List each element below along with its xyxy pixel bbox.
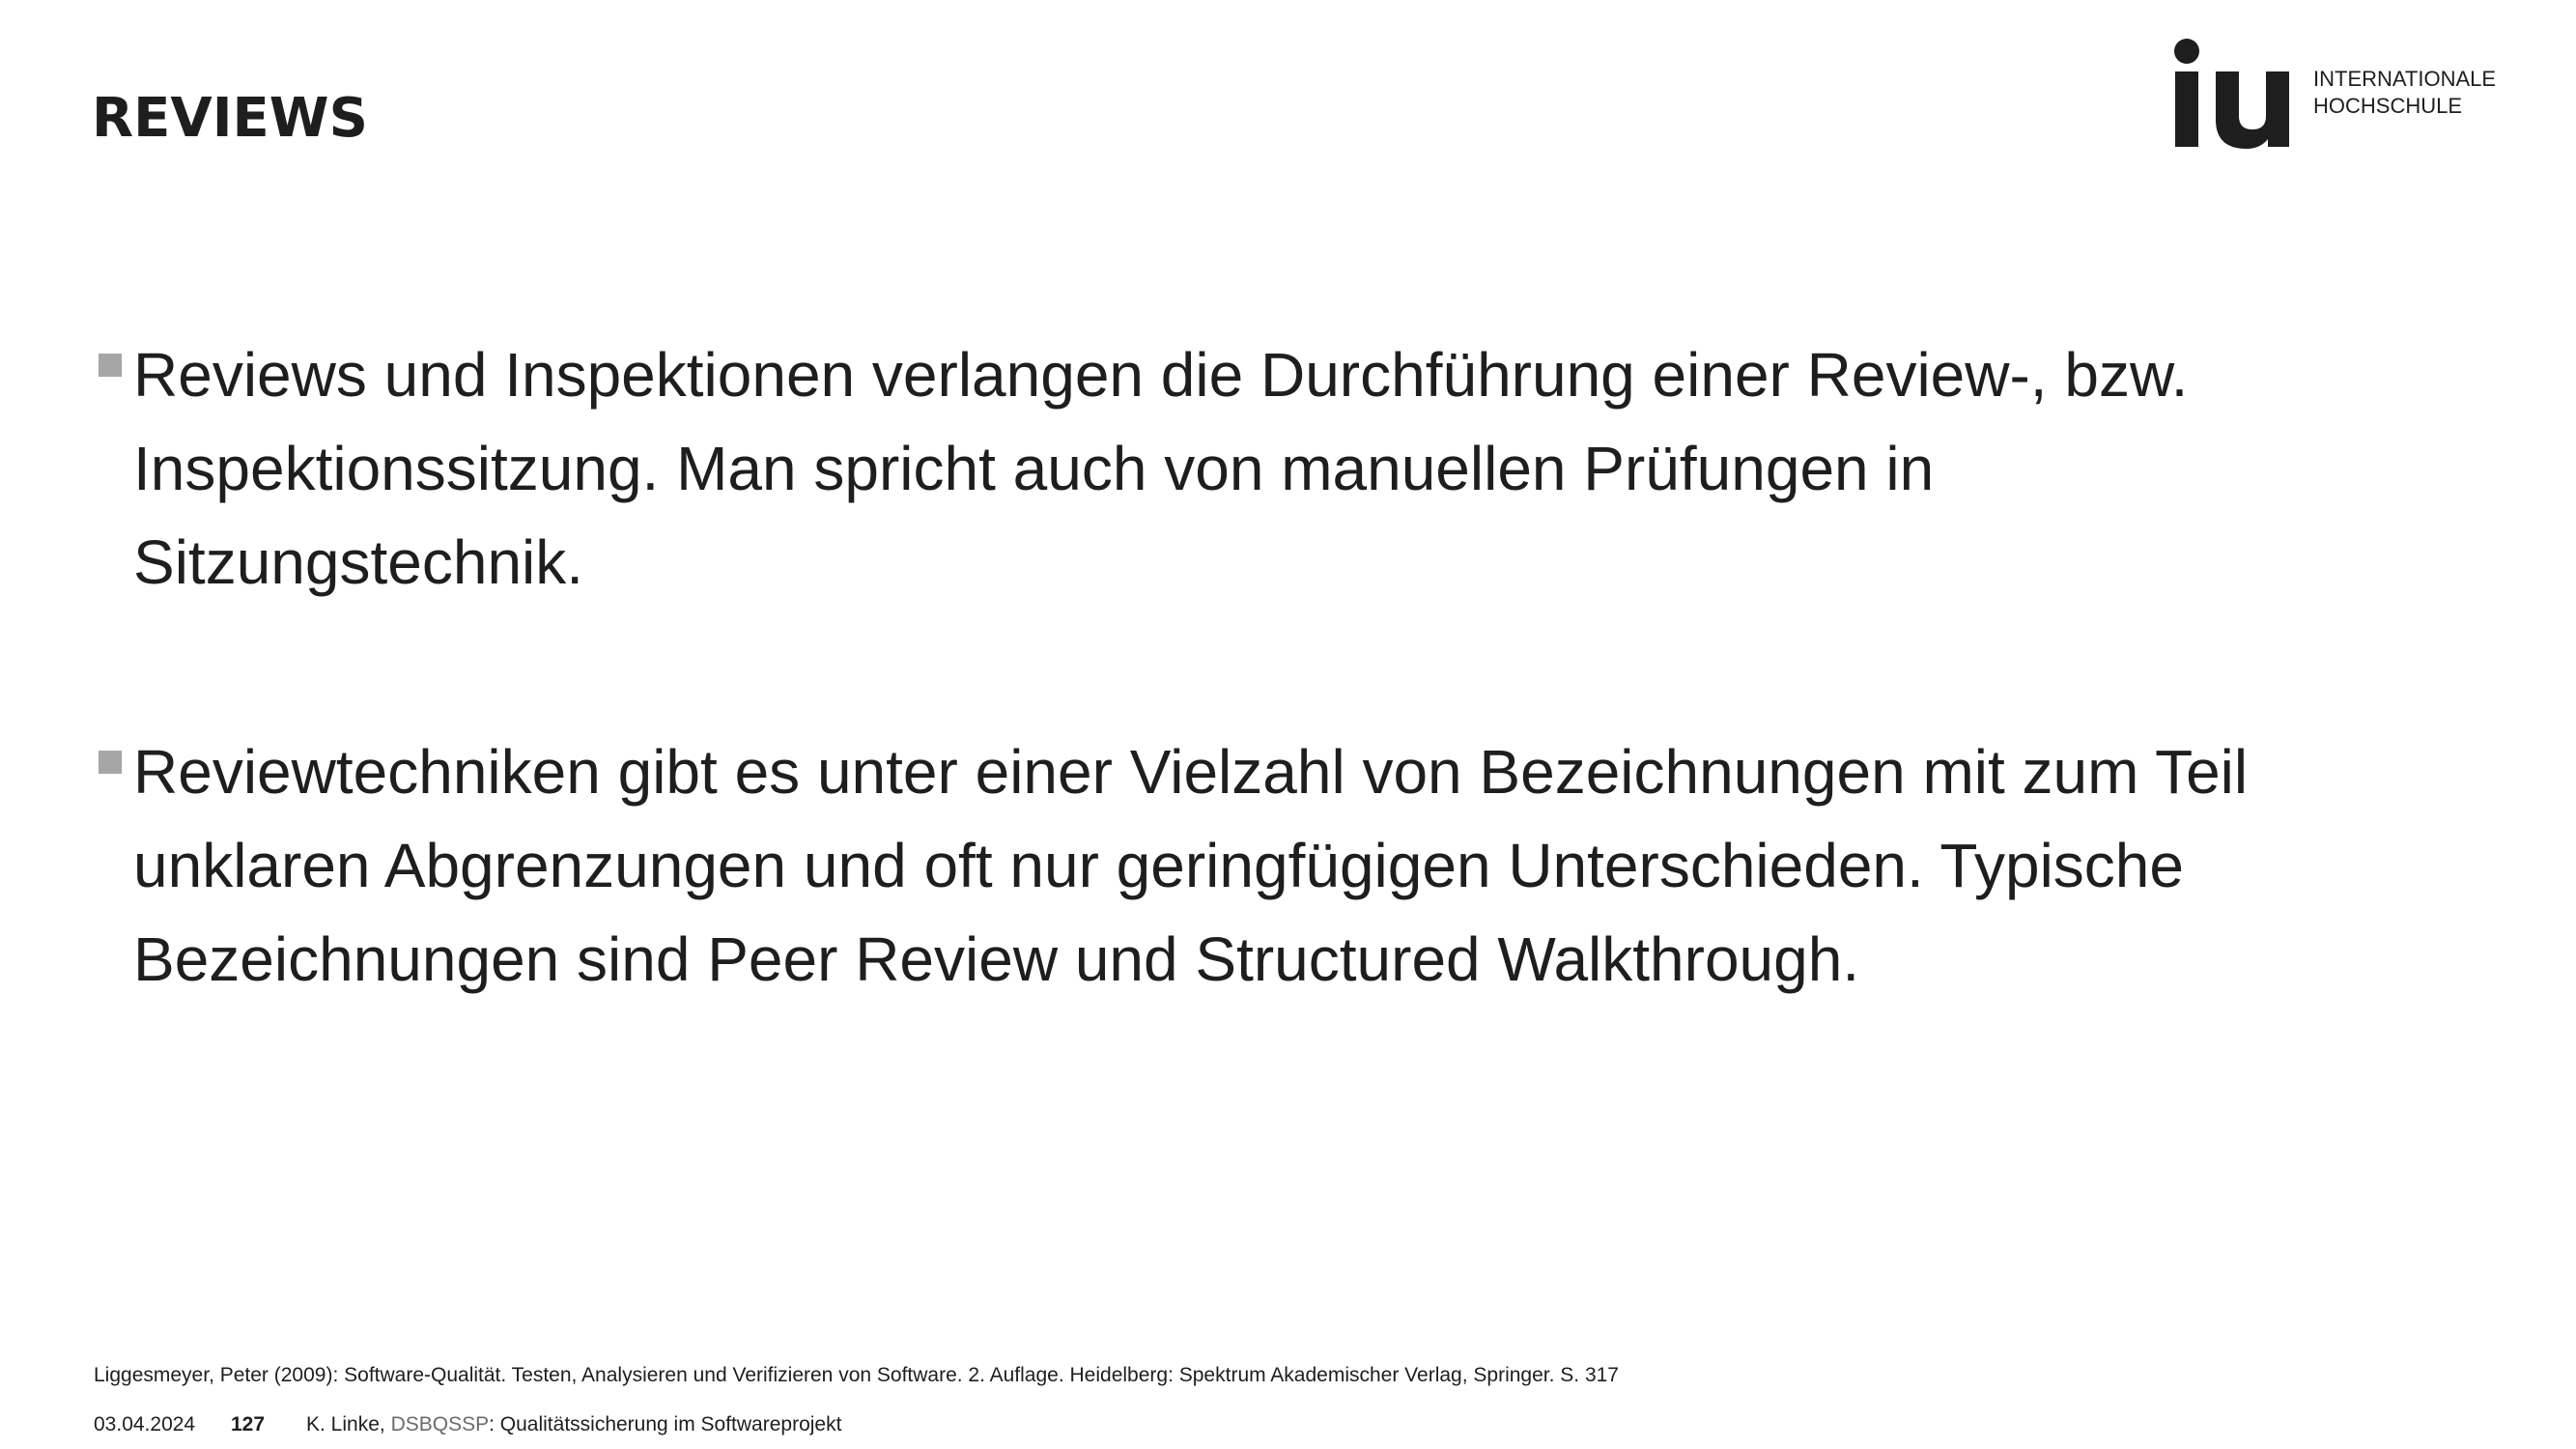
bullet-list: Reviews und Inspektionen verlangen die D… — [97, 328, 2318, 1122]
footer-course-title: : Qualitätssicherung im Softwareprojekt — [489, 1413, 842, 1435]
bullet-item: Reviewtechniken gibt es unter einer Viel… — [97, 725, 2318, 1007]
bullet-line: unklaren Abgrenzungen und oft nur gering… — [133, 831, 2184, 900]
square-bullet-icon — [99, 751, 122, 774]
iu-logo: INTERNATIONALE HOCHSCHULE — [2173, 37, 2496, 153]
logo-text-line1: INTERNATIONALE — [2313, 67, 2497, 91]
footer-date: 03.04.2024 — [94, 1413, 196, 1435]
bullet-line: Reviews und Inspektionen verlangen die D… — [133, 340, 2189, 410]
bullet-line: Reviewtechniken gibt es unter einer Viel… — [133, 737, 2249, 807]
footer-course: K. Linke, DSBQSSP: Qualitätssicherung im… — [306, 1413, 841, 1436]
slide-footer: 03.04.2024 127 K. Linke, DSBQSSP: Qualit… — [94, 1413, 841, 1436]
logo-text: INTERNATIONALE HOCHSCHULE — [2313, 66, 2496, 120]
logo-text-line2: HOCHSCHULE — [2313, 94, 2463, 118]
bullet-line: Inspektionssitzung. Man spricht auch von… — [133, 434, 1935, 503]
bullet-line: Bezeichnungen sind Peer Review und Struc… — [133, 924, 1860, 994]
reference-citation: Liggesmeyer, Peter (2009): Software-Qual… — [94, 1364, 1619, 1386]
square-bullet-icon — [99, 354, 122, 377]
bullet-item: Reviews und Inspektionen verlangen die D… — [97, 328, 2318, 610]
iu-logo-mark — [2174, 39, 2289, 149]
footer-page-number: 127 — [231, 1413, 266, 1435]
bullet-line: Sitzungstechnik. — [133, 527, 584, 597]
footer-author: K. Linke, — [306, 1413, 391, 1435]
slide-title: REVIEWS — [92, 87, 368, 150]
footer-course-code: DSBQSSP — [390, 1413, 490, 1435]
